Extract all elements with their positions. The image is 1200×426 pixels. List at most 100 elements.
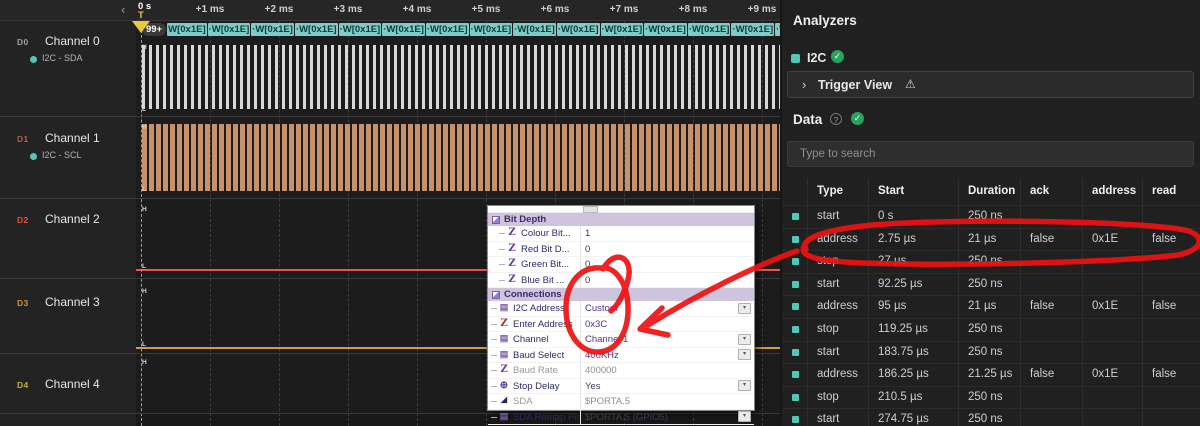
cell-duration[interactable]: 250 ns <box>968 278 1003 290</box>
dialog-row[interactable]: ZRed Bit D...0 <box>488 242 754 258</box>
param-value[interactable]: $PORTA.5 <box>585 396 630 407</box>
param-value[interactable]: Custom <box>585 303 618 314</box>
dialog-row[interactable]: ▤Baud Select400KHz▾ <box>488 348 754 364</box>
i2c-write-bubble[interactable]: ·W[0x1E] <box>208 23 251 36</box>
cell-start[interactable]: 119.25 µs <box>878 323 928 335</box>
param-value[interactable]: 1 <box>585 228 590 239</box>
channel0-waveform[interactable] <box>142 45 780 109</box>
cell-type[interactable]: stop <box>817 255 839 267</box>
table-header-address[interactable]: address <box>1092 185 1136 197</box>
table-row[interactable]: start 92.25 µs 250 ns <box>782 274 1200 297</box>
cell-read[interactable]: false <box>1152 300 1176 312</box>
channel-row[interactable]: D2Channel 2 <box>0 206 136 246</box>
table-header-start[interactable]: Start <box>878 185 904 197</box>
cell-duration[interactable]: 21 µs <box>968 300 996 312</box>
dialog-row[interactable]: ▤ChannelChannel 1▾ <box>488 332 754 348</box>
cell-duration[interactable]: 21.25 µs <box>968 368 1012 380</box>
cell-duration[interactable]: 250 ns <box>968 210 1003 222</box>
cell-ack[interactable]: false <box>1030 300 1054 312</box>
dropdown-button[interactable]: ▾ <box>738 380 751 391</box>
i2c-write-bubble[interactable]: W[0x1E] <box>167 23 206 36</box>
cell-start[interactable]: 95 µs <box>878 300 906 312</box>
param-value[interactable]: $PORTA.5 (GPIO5) <box>585 412 668 423</box>
dialog-row[interactable]: ▤I2C AddressCustom▾ <box>488 301 754 317</box>
cell-address[interactable]: 0x1E <box>1092 300 1118 312</box>
dialog-section-header[interactable]: Bit Depth <box>488 213 754 226</box>
help-icon[interactable]: ? <box>830 113 842 125</box>
cell-type[interactable]: stop <box>817 323 839 335</box>
back-chevron-icon[interactable]: ‹ <box>121 2 125 17</box>
cell-start[interactable]: 210.5 µs <box>878 391 922 403</box>
i2c-write-bubble[interactable]: ·W[0x1E] <box>295 23 338 36</box>
dialog-section-header[interactable]: Connections <box>488 288 754 301</box>
cell-address[interactable]: 0x1E <box>1092 233 1118 245</box>
cell-duration[interactable]: 250 ns <box>968 255 1003 267</box>
i2c-write-bubble[interactable]: ·W[0x1E] <box>644 23 687 36</box>
table-row[interactable]: stop 119.25 µs 250 ns <box>782 319 1200 342</box>
table-header-read[interactable]: read <box>1152 185 1176 197</box>
param-value[interactable]: 0 <box>585 244 590 255</box>
cell-type[interactable]: address <box>817 368 858 380</box>
channel-row[interactable]: D3Channel 3 <box>0 289 136 329</box>
trigger-view-row[interactable]: › Trigger View ⚠ <box>787 71 1194 98</box>
table-row[interactable]: address 95 µs 21 µs false 0x1E false <box>782 296 1200 319</box>
i2c-write-bubble[interactable]: ·W[0x1E] <box>731 23 774 36</box>
i2c-write-bubble[interactable]: ·W[0x1E] <box>688 23 731 36</box>
i2c-write-bubble[interactable]: ·W[0x1E] <box>339 23 382 36</box>
param-value[interactable]: 0x3C <box>585 319 607 330</box>
table-row[interactable]: stop210.5 µs250 ns <box>782 387 1200 410</box>
dialog-row[interactable]: ZEnter Address0x3C <box>488 317 754 333</box>
cell-start[interactable]: 274.75 µs <box>878 413 929 425</box>
cell-type[interactable]: start <box>817 346 839 358</box>
cell-start[interactable]: 2.75 µs <box>878 233 916 245</box>
dialog-row[interactable]: ZGreen Bit...0 <box>488 257 754 273</box>
dialog-row[interactable]: ▤SDA Remap Pin$PORTA.5 (GPIO5)▾ <box>488 410 754 426</box>
data-table[interactable]: Type Start Duration ack address read start0 s2… <box>782 178 1200 426</box>
cell-duration[interactable]: 250 ns <box>968 413 1003 425</box>
dropdown-button[interactable]: ▾ <box>738 303 751 314</box>
dialog-row[interactable]: ZBaud Rate400000 <box>488 363 754 379</box>
channel-row[interactable]: D1Channel 1I2C - SCL <box>0 125 136 165</box>
table-row[interactable]: stop27 µs250 ns <box>782 251 1200 274</box>
dropdown-button[interactable]: ▾ <box>738 411 751 422</box>
dialog-row[interactable]: ZBlue Bit ...0 <box>488 273 754 289</box>
cell-start[interactable]: 183.75 µs <box>878 346 929 358</box>
dropdown-button[interactable]: ▾ <box>738 349 751 360</box>
i2c-write-bubble[interactable]: ·W[0x1E] <box>382 23 425 36</box>
table-header-type[interactable]: Type <box>817 185 843 197</box>
table-header-duration[interactable]: Duration <box>968 185 1015 197</box>
i2c-write-bubble[interactable]: ·W[0x1E] <box>557 23 600 36</box>
table-row[interactable]: start0 s250 ns <box>782 206 1200 229</box>
i2c-annotation-strip[interactable]: 99+W[0x1E]·W[0x1E]·W[0x1E]·W[0x1E]·W[0x1… <box>142 23 780 36</box>
i2c-analyzer-label[interactable]: I2C <box>807 51 826 65</box>
param-value[interactable]: 0 <box>585 259 590 270</box>
cell-duration[interactable]: 250 ns <box>968 323 1003 335</box>
table-row[interactable]: address186.25 µs21.25 µsfalse0x1Efalse <box>782 364 1200 387</box>
channel-row[interactable]: D4Channel 4 <box>0 371 136 411</box>
cell-type[interactable]: stop <box>817 391 839 403</box>
dialog-row[interactable]: ZColour Bit...1 <box>488 226 754 242</box>
i2c-write-bubble[interactable]: ·W[0x1E] <box>251 23 294 36</box>
dialog-row[interactable]: ◢SDA$PORTA.5 <box>488 394 754 410</box>
dropdown-button[interactable]: ▾ <box>738 334 751 345</box>
param-value[interactable]: 0 <box>585 275 590 286</box>
table-header-ack[interactable]: ack <box>1030 185 1049 197</box>
cell-address[interactable]: 0x1E <box>1092 368 1118 380</box>
cell-duration[interactable]: 250 ns <box>968 346 1003 358</box>
cell-type[interactable]: start <box>817 413 839 425</box>
search-input[interactable] <box>788 142 1193 166</box>
cell-type[interactable]: start <box>817 278 839 290</box>
cell-type[interactable]: address <box>817 300 858 312</box>
table-row[interactable]: start 274.75 µs 250 ns <box>782 409 1200 426</box>
cell-ack[interactable]: false <box>1030 233 1054 245</box>
param-value[interactable]: 400000 <box>585 365 617 376</box>
i2c-write-bubble[interactable]: ·W[0x1E] <box>426 23 469 36</box>
config-dialog[interactable]: Bit DepthZColour Bit...1ZRed Bit D...0ZG… <box>487 205 755 411</box>
cell-type[interactable]: address <box>817 233 858 245</box>
cell-type[interactable]: start <box>817 210 839 222</box>
trigger-marker-icon[interactable] <box>132 21 150 33</box>
cell-start[interactable]: 92.25 µs <box>878 278 922 290</box>
param-value[interactable]: 400KHz <box>585 350 619 361</box>
cell-read[interactable]: false <box>1152 233 1176 245</box>
param-value[interactable]: Channel 1 <box>585 334 628 345</box>
